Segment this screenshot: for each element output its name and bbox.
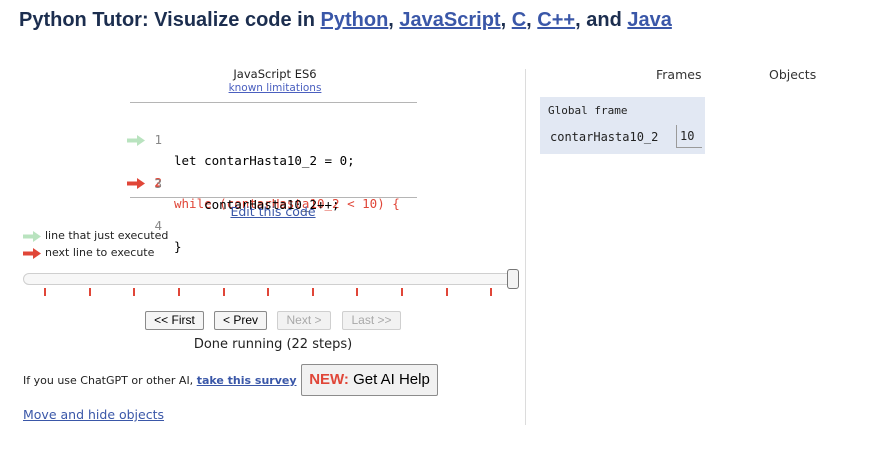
code-text: } [174,239,182,254]
next-button[interactable]: Next > [277,311,331,330]
lang-link-java[interactable]: Java [627,9,672,31]
lang-link-cpp[interactable]: C++ [537,9,575,31]
breakpoint-tick [401,288,403,296]
legend-next-line: next line to execute [23,246,154,260]
prev-button[interactable]: < Prev [214,311,267,330]
step-slider[interactable] [23,273,519,285]
next-line-arrow-icon [127,178,145,189]
frames-header: Frames [656,67,702,82]
variable-value: 10 [676,125,702,148]
breakpoint-tick [223,288,225,296]
lang-link-python[interactable]: Python [321,9,389,31]
global-frame: Global frame contarHasta10_2 10 [540,97,705,154]
green-arrow-icon [23,230,41,242]
title-sep: , [500,9,512,31]
ai-button-label: Get AI Help [348,371,430,388]
move-hide-objects-link[interactable]: Move and hide objects [23,407,164,422]
code-line-4: 4 } [127,173,417,254]
frame-title: Global frame [548,104,628,117]
last-button[interactable]: Last >> [342,311,401,330]
code-line-1: 1 let contarHasta10_2 = 0; [130,108,417,168]
slider-handle[interactable] [507,269,519,289]
new-badge: NEW: [309,371,349,388]
title-sep: , [388,9,400,31]
get-ai-help-button[interactable]: NEW: Get AI Help [301,364,438,396]
breakpoint-tick [178,288,180,296]
first-button[interactable]: << First [145,311,204,330]
ai-note-text: If you use ChatGPT or other AI, [23,374,197,387]
lang-link-javascript[interactable]: JavaScript [399,9,500,31]
breakpoint-tick [89,288,91,296]
pane-divider [525,69,526,425]
legend-label: next line to execute [45,246,155,259]
breakpoint-tick [356,288,358,296]
code-listing: 1 let contarHasta10_2 = 0; 2 while (cont… [127,102,417,254]
objects-header: Objects [769,67,817,82]
breakpoint-tick [133,288,135,296]
run-status: Done running (22 steps) [193,337,353,352]
breakpoint-tick [44,288,46,296]
legend-label: line that just executed [45,229,169,242]
language-label: JavaScript ES6 [233,67,317,81]
lang-link-c[interactable]: C [512,9,526,31]
breakpoint-tick [446,288,448,296]
ai-survey-note: If you use ChatGPT or other AI, take thi… [23,374,297,387]
legend-just-executed: line that just executed [23,229,168,243]
title-prefix: Python Tutor: Visualize code in [19,9,321,31]
survey-link[interactable]: take this survey [197,374,297,387]
title-sep: , [526,9,538,31]
just-executed-arrow-icon [127,135,145,146]
code-line-2: 2 while (contarHasta10_2 < 10) { [127,130,417,211]
page-title: Python Tutor: Visualize code in Python , … [19,9,672,32]
variable-name: contarHasta10_2 [550,130,659,144]
edit-code-link[interactable]: Edit this code [175,204,371,219]
title-sep: , and [575,9,628,31]
known-limitations-link[interactable]: known limitations [175,82,375,94]
breakpoint-tick [490,288,492,296]
python-tutor-page: Python Tutor: Visualize code in Python , … [0,0,874,462]
breakpoint-tick [267,288,269,296]
red-arrow-icon [23,247,41,259]
code-line-3: 3 contarHasta10_2++; [130,152,417,212]
breakpoint-tick [312,288,314,296]
